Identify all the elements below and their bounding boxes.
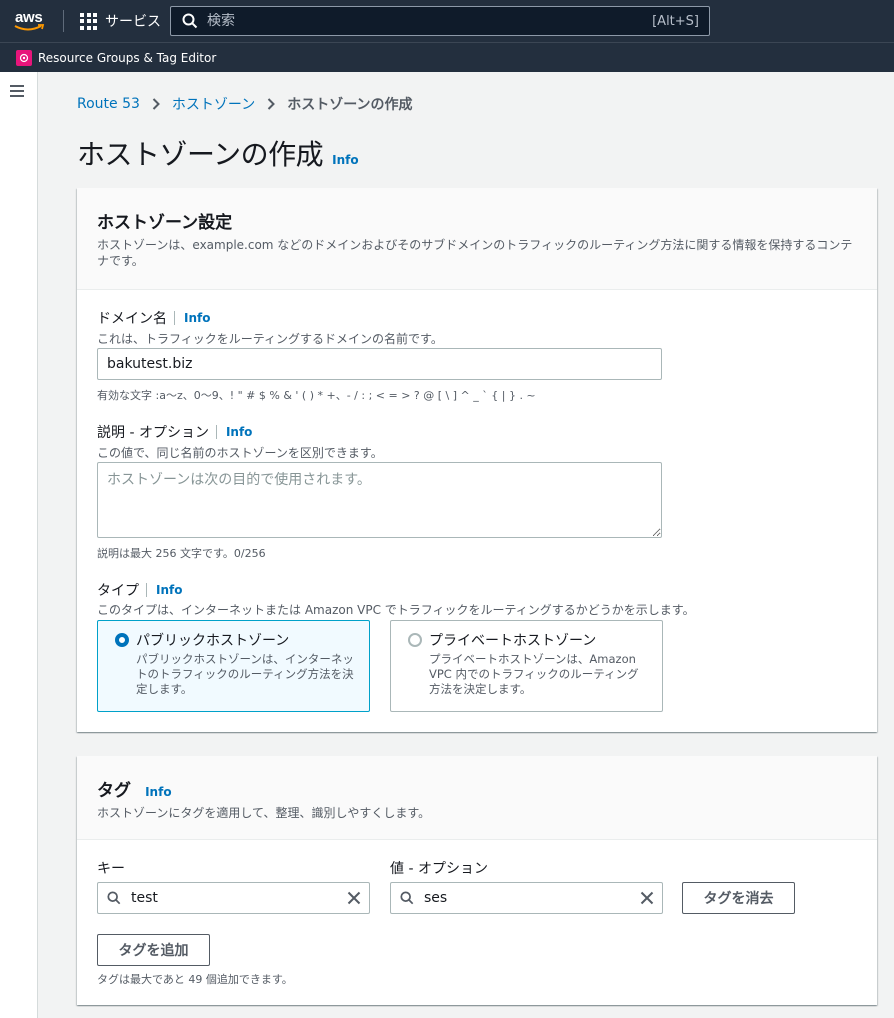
search-icon: [107, 891, 121, 905]
public-hosted-zone-option[interactable]: パブリックホストゾーン パブリックホストゾーンは、インターネットのトラフィックの…: [97, 620, 370, 712]
hosted-zone-settings-body: ドメイン名 Info これは、トラフィックをルーティングするドメインの名前です。…: [77, 290, 877, 732]
domain-name-label-row: ドメイン名 Info: [97, 308, 210, 328]
private-hosted-zone-description: プライベートホストゾーンは、Amazon VPC 内でのトラフィックのルーティン…: [429, 652, 639, 696]
tag-value-input[interactable]: ses: [390, 882, 663, 914]
tags-panel: タグ Info ホストゾーンにタグを適用して、整理、識別しやすくします。 キー …: [77, 756, 877, 1005]
tag-key-label: キー: [97, 861, 125, 877]
search-shortcut-hint: [Alt+S]: [652, 13, 699, 29]
radio-button-unselected[interactable]: [408, 633, 422, 647]
domain-name-input[interactable]: [97, 348, 662, 380]
nav-divider: [63, 10, 64, 32]
description-info-link[interactable]: Info: [226, 425, 252, 439]
clear-icon[interactable]: [347, 891, 361, 905]
services-label: サービス: [105, 14, 161, 30]
services-grid-icon: [80, 12, 97, 30]
type-description: このタイプは、インターネットまたは Amazon VPC でトラフィックをルーテ…: [97, 603, 695, 617]
tags-body: キー 値 - オプション test ses タグを消去 タグを追加 タグは最大で…: [77, 840, 877, 1005]
resource-groups-icon: [16, 50, 32, 66]
tag-value-value: ses: [424, 890, 448, 906]
aws-smile-icon: [14, 24, 45, 31]
type-label-row: タイプ Info: [97, 580, 182, 600]
type-label: タイプ: [97, 583, 139, 599]
description-label-row: 説明 - オプション Info: [97, 422, 252, 442]
tags-title: タグ: [97, 781, 131, 801]
page-header: ホストゾーンの作成 Info: [77, 133, 359, 173]
tags-description: ホストゾーンにタグを適用して、整理、識別しやすくします。: [97, 806, 431, 820]
description-length-hint: 説明は最大 256 文字です。0/256: [97, 547, 266, 560]
tags-info-link[interactable]: Info: [145, 785, 171, 799]
menu-icon[interactable]: [10, 85, 24, 97]
tag-limit-hint: タグは最大であと 49 個追加できます。: [97, 973, 293, 986]
breadcrumb: Route 53 ホストゾーン ホストゾーンの作成: [77, 94, 413, 114]
favorites-bar: Resource Groups & Tag Editor: [0, 42, 894, 72]
breadcrumb-current: ホストゾーンの作成: [287, 97, 413, 113]
domain-name-info-link[interactable]: Info: [184, 311, 210, 325]
top-navigation: aws サービス [Alt+S]: [0, 0, 894, 42]
private-hosted-zone-title: プライベートホストゾーン: [429, 633, 597, 649]
domain-name-valid-chars-hint: 有効な文字 :a〜z、0〜9、! " # $ % & ' ( ) * +、- /…: [97, 389, 536, 402]
tag-key-value: test: [131, 890, 158, 906]
clear-icon[interactable]: [640, 891, 654, 905]
public-hosted-zone-title: パブリックホストゾーン: [136, 633, 290, 649]
type-info-link[interactable]: Info: [156, 583, 182, 597]
chevron-right-icon: [152, 98, 160, 110]
global-search[interactable]: [Alt+S]: [170, 6, 710, 36]
hosted-zone-settings-panel: ホストゾーン設定 ホストゾーンは、example.com などのドメインおよびそ…: [77, 188, 877, 732]
domain-name-label: ドメイン名: [97, 311, 167, 327]
description-label: 説明 - オプション: [97, 425, 209, 441]
resource-groups-link[interactable]: Resource Groups & Tag Editor: [16, 49, 216, 67]
aws-logo[interactable]: aws: [14, 9, 48, 33]
public-hosted-zone-description: パブリックホストゾーンは、インターネットのトラフィックのルーティング方法を決定し…: [136, 652, 354, 696]
breadcrumb-route53[interactable]: Route 53: [77, 96, 140, 112]
remove-tag-button[interactable]: タグを消去: [682, 882, 795, 914]
private-hosted-zone-option[interactable]: プライベートホストゾーン プライベートホストゾーンは、Amazon VPC 内で…: [390, 620, 663, 712]
page-title: ホストゾーンの作成: [77, 138, 324, 171]
tag-key-input[interactable]: test: [97, 882, 370, 914]
add-tag-button[interactable]: タグを追加: [97, 934, 210, 966]
search-input[interactable]: [207, 13, 653, 29]
search-icon: [182, 13, 198, 29]
description-field-description: この値で、同じ名前のホストゾーンを区別できます。: [97, 446, 383, 460]
side-navigation-rail: [0, 72, 38, 1018]
chevron-right-icon: [268, 98, 276, 110]
search-icon: [400, 891, 414, 905]
tags-header: タグ Info ホストゾーンにタグを適用して、整理、識別しやすくします。: [77, 756, 877, 840]
radio-button-selected[interactable]: [115, 633, 129, 647]
breadcrumb-hosted-zones[interactable]: ホストゾーン: [172, 94, 255, 114]
services-menu-button[interactable]: サービス: [80, 11, 161, 31]
resource-groups-label: Resource Groups & Tag Editor: [38, 51, 217, 65]
tag-value-label: 値 - オプション: [390, 861, 488, 877]
hosted-zone-settings-header: ホストゾーン設定 ホストゾーンは、example.com などのドメインおよびそ…: [77, 188, 877, 290]
description-textarea[interactable]: [97, 462, 662, 538]
domain-name-description: これは、トラフィックをルーティングするドメインの名前です。: [97, 332, 443, 346]
hosted-zone-settings-description: ホストゾーンは、example.com などのドメインおよびそのサブドメインのト…: [97, 238, 853, 268]
page-info-link[interactable]: Info: [332, 153, 358, 167]
hosted-zone-settings-title: ホストゾーン設定: [97, 213, 233, 233]
type-radio-group: パブリックホストゾーン パブリックホストゾーンは、インターネットのトラフィックの…: [97, 620, 663, 712]
